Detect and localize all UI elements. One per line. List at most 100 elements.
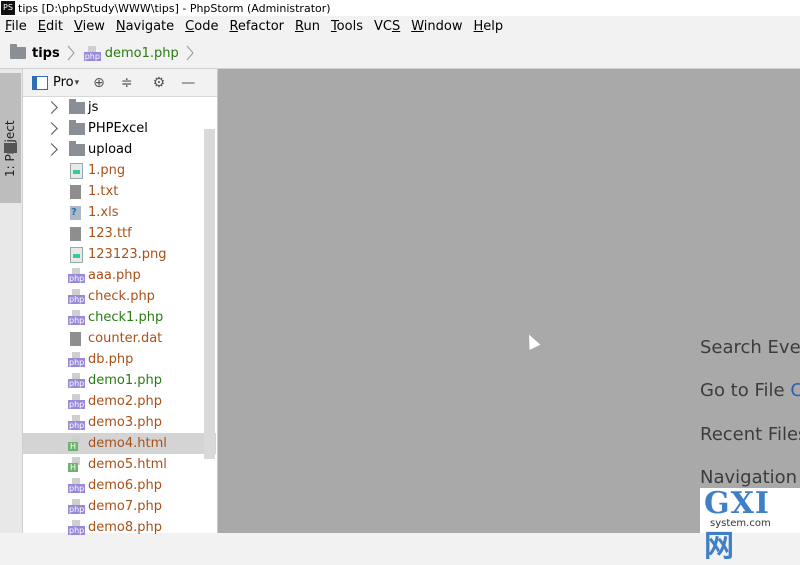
collapse-all-icon[interactable]: ≑ <box>121 75 133 91</box>
file-tree-row[interactable]: 123123.png <box>23 244 204 265</box>
file-tree-row[interactable]: counter.dat <box>23 328 204 349</box>
file-name: check.php <box>88 289 155 304</box>
file-tree-row[interactable]: 1.txt <box>23 181 204 202</box>
txt-file-icon <box>70 184 81 199</box>
dir-file-icon <box>69 140 85 156</box>
xls-file-icon <box>70 205 81 220</box>
expand-chevron-icon[interactable] <box>45 101 58 114</box>
breadcrumb-file[interactable]: demo1.php <box>83 44 195 62</box>
menu-item[interactable]: Refactor <box>224 16 290 38</box>
file-name: demo1.php <box>88 373 163 388</box>
editor-hint: Recent Files <box>700 424 800 445</box>
php-file-icon <box>83 45 101 61</box>
hide-panel-icon[interactable]: — <box>181 75 195 91</box>
file-tree-row[interactable]: aaa.php <box>23 265 204 286</box>
file-tree-row[interactable]: 123.ttf <box>23 223 204 244</box>
editor-hint: Navigation B <box>700 467 800 488</box>
chevron-right-icon <box>67 45 75 61</box>
php-file-icon <box>68 415 86 430</box>
breadcrumb-project[interactable]: tips <box>10 44 76 62</box>
file-tree-row[interactable]: PHPExcel <box>23 118 204 139</box>
img-file-icon <box>70 246 83 263</box>
file-tree-row[interactable]: demo3.php <box>23 412 204 433</box>
file-name: 1.txt <box>88 184 119 199</box>
file-name: PHPExcel <box>88 121 148 136</box>
project-view-selector[interactable]: Pro <box>53 75 74 90</box>
php-file-icon <box>68 289 86 304</box>
menu-item[interactable]: Run <box>290 16 326 38</box>
project-tool-tab[interactable]: 1: Project <box>0 73 21 203</box>
php-file-icon <box>68 394 86 409</box>
file-tree-row[interactable]: demo6.php <box>23 475 204 496</box>
file-name: 1.png <box>88 163 126 178</box>
file-tree: js PHPExcel upload 1.png 1.txt 1.xls 123.ttf 12… <box>23 97 216 538</box>
php-file-icon <box>68 268 86 283</box>
dir-file-icon <box>69 119 85 135</box>
tool-window-strip: 1: Project <box>0 69 23 533</box>
menu-item[interactable]: Navigate <box>111 16 180 38</box>
file-name: demo6.php <box>88 478 163 493</box>
file-tree-row[interactable]: db.php <box>23 349 204 370</box>
file-name: 123123.png <box>88 247 167 262</box>
project-view-icon <box>32 75 48 90</box>
php-file-icon <box>68 310 86 325</box>
file-name: demo5.html <box>88 457 167 472</box>
file-tree-row[interactable]: demo7.php <box>23 496 204 517</box>
menu-bar: File Edit View Navigate Code Refactor Run Tools… <box>0 16 800 38</box>
expand-chevron-icon[interactable] <box>45 122 58 135</box>
title-bar: PS tips [D:\phpStudy\WWW\tips] - PhpStor… <box>0 0 800 16</box>
txt-file-icon <box>70 226 81 241</box>
watermark-subtitle: system.com <box>710 518 771 529</box>
file-tree-row[interactable]: demo1.php <box>23 370 204 391</box>
editor-hint: Go to File Ct <box>700 380 800 401</box>
file-tree-row[interactable]: 1.png <box>23 160 204 181</box>
menu-item[interactable]: Window <box>406 16 468 38</box>
file-name: 123.ttf <box>88 226 132 241</box>
file-tree-row[interactable]: upload <box>23 139 204 160</box>
menu-item[interactable]: Help <box>469 16 510 38</box>
file-name: demo7.php <box>88 499 163 514</box>
dir-file-icon <box>69 98 85 114</box>
file-name: 1.xls <box>88 205 119 220</box>
file-tree-row[interactable]: check.php <box>23 286 204 307</box>
scrollbar[interactable] <box>204 129 215 459</box>
file-tree-row[interactable]: js <box>23 97 204 118</box>
phpstorm-app-icon: PS <box>1 1 15 15</box>
folder-icon <box>4 143 17 153</box>
html-file-icon <box>68 436 84 451</box>
menu-item[interactable]: Edit <box>33 16 69 38</box>
file-tree-row[interactable]: demo4.html <box>23 433 216 454</box>
project-panel-header: Pro ▾ ⊕ ≑ ⚙ — <box>23 69 217 97</box>
html-file-icon <box>68 457 84 472</box>
file-tree-row[interactable]: demo8.php <box>23 517 204 538</box>
breadcrumb-project-label: tips <box>32 45 60 61</box>
folder-icon <box>10 44 26 59</box>
file-tree-row[interactable]: 1.xls <box>23 202 204 223</box>
mouse-cursor-icon <box>523 332 541 350</box>
menu-item[interactable]: Tools <box>326 16 369 38</box>
php-file-icon <box>68 478 86 493</box>
menu-item[interactable]: VCS <box>369 16 406 38</box>
gear-icon[interactable]: ⚙ <box>153 75 166 91</box>
menu-item[interactable]: View <box>69 16 111 38</box>
php-file-icon <box>68 352 86 367</box>
file-name: demo2.php <box>88 394 163 409</box>
txt-file-icon <box>70 331 81 346</box>
expand-chevron-icon[interactable] <box>45 143 58 156</box>
locate-target-icon[interactable]: ⊕ <box>93 75 105 91</box>
menu-item[interactable]: File <box>0 16 33 38</box>
php-file-icon <box>68 373 86 388</box>
file-name: check1.php <box>88 310 164 325</box>
chevron-right-icon <box>186 45 194 61</box>
file-tree-row[interactable]: demo2.php <box>23 391 204 412</box>
php-file-icon <box>68 499 86 514</box>
file-name: js <box>88 100 99 115</box>
file-tree-row[interactable]: demo5.html <box>23 454 204 475</box>
editor-area[interactable]: Search Every Go to File Ct Recent Files Nav… <box>218 69 800 533</box>
breadcrumb: tips demo1.php <box>0 38 800 69</box>
file-name: aaa.php <box>88 268 141 283</box>
editor-hint: Search Every <box>700 337 800 358</box>
menu-item[interactable]: Code <box>180 16 224 38</box>
file-tree-row[interactable]: check1.php <box>23 307 204 328</box>
window-title: tips [D:\phpStudy\WWW\tips] - PhpStorm (… <box>18 1 331 15</box>
